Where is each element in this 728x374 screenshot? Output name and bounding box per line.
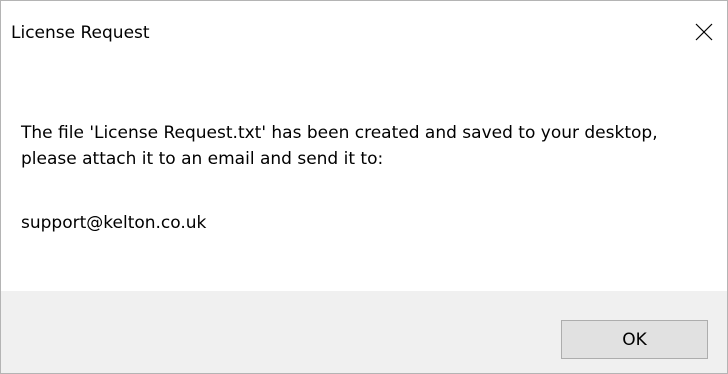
license-request-dialog: License Request The file 'License Reques…: [0, 0, 728, 374]
support-email: support@kelton.co.uk: [21, 213, 207, 233]
window-title: License Request: [11, 23, 150, 43]
message-text: The file 'License Request.txt' has been …: [21, 123, 658, 169]
title-bar: License Request: [1, 1, 727, 63]
close-button[interactable]: [681, 1, 727, 63]
close-icon: [695, 23, 713, 41]
dialog-footer: OK: [1, 291, 727, 373]
ok-button[interactable]: OK: [561, 320, 708, 359]
dialog-content: The file 'License Request.txt' has been …: [1, 63, 727, 291]
